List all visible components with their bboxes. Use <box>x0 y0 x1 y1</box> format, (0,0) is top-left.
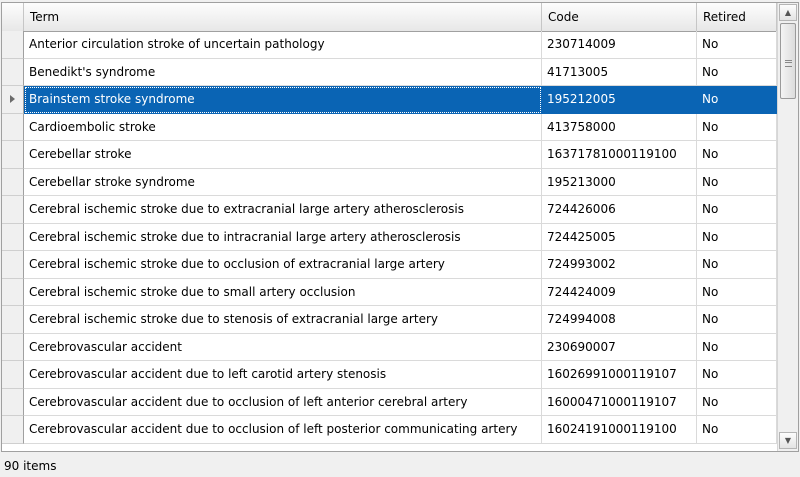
column-header-retired[interactable]: Retired <box>697 3 777 31</box>
cell-term[interactable]: Cerebral ischemic stroke due to occlusio… <box>24 251 542 279</box>
cell-code[interactable]: 230714009 <box>542 31 697 59</box>
row-header[interactable] <box>2 141 24 169</box>
cell-term[interactable]: Cerebrovascular accident <box>24 333 542 361</box>
table-row[interactable]: Cerebral ischemic stroke due to small ar… <box>2 278 777 306</box>
cell-retired[interactable]: No <box>697 333 777 361</box>
partial-row <box>24 445 777 451</box>
scroll-down-button[interactable]: ▼ <box>779 432 797 449</box>
row-header[interactable] <box>2 196 24 224</box>
cell-retired[interactable]: No <box>697 388 777 416</box>
cell-retired[interactable]: No <box>697 141 777 169</box>
cell-code[interactable]: 724424009 <box>542 278 697 306</box>
cell-retired[interactable]: No <box>697 113 777 141</box>
table-row[interactable]: Cerebrovascular accident due to occlusio… <box>2 388 777 416</box>
table-row[interactable]: Anterior circulation stroke of uncertain… <box>2 31 777 59</box>
row-header[interactable] <box>2 223 24 251</box>
cell-term[interactable]: Brainstem stroke syndrome <box>24 86 542 114</box>
cell-term[interactable]: Anterior circulation stroke of uncertain… <box>24 31 542 59</box>
row-header-corner <box>2 3 24 31</box>
cell-code[interactable]: 41713005 <box>542 58 697 86</box>
grip-icon <box>785 60 792 67</box>
cell-retired[interactable]: No <box>697 306 777 334</box>
triangle-down-icon: ▼ <box>784 436 792 445</box>
cell-term[interactable]: Cardioembolic stroke <box>24 113 542 141</box>
row-header[interactable] <box>2 31 24 59</box>
cell-code[interactable]: 230690007 <box>542 333 697 361</box>
cell-retired[interactable]: No <box>697 416 777 444</box>
row-header[interactable] <box>2 251 24 279</box>
cell-term[interactable]: Cerebellar stroke <box>24 141 542 169</box>
cell-retired[interactable]: No <box>697 278 777 306</box>
cell-retired[interactable]: No <box>697 168 777 196</box>
cell-code[interactable]: 195212005 <box>542 86 697 114</box>
cell-code[interactable]: 724426006 <box>542 196 697 224</box>
cell-retired[interactable]: No <box>697 361 777 389</box>
cell-code[interactable]: 724994008 <box>542 306 697 334</box>
table-row[interactable]: Cardioembolic stroke 413758000 No <box>2 113 777 141</box>
cell-code[interactable]: 413758000 <box>542 113 697 141</box>
table-row[interactable]: Cerebral ischemic stroke due to stenosis… <box>2 306 777 334</box>
cell-code[interactable]: 16024191000119100 <box>542 416 697 444</box>
row-header[interactable] <box>2 113 24 141</box>
cell-term[interactable]: Benedikt's syndrome <box>24 58 542 86</box>
table-row[interactable]: Cerebral ischemic stroke due to intracra… <box>2 223 777 251</box>
cell-retired[interactable]: No <box>697 31 777 59</box>
cell-term[interactable]: Cerebral ischemic stroke due to intracra… <box>24 223 542 251</box>
scrollbar-thumb[interactable] <box>780 23 796 99</box>
row-header[interactable] <box>2 388 24 416</box>
current-row-arrow-icon <box>10 95 15 103</box>
cell-retired[interactable]: No <box>697 251 777 279</box>
cell-retired[interactable]: No <box>697 196 777 224</box>
row-header[interactable] <box>2 361 24 389</box>
cell-retired[interactable]: No <box>697 86 777 114</box>
cell-retired[interactable]: No <box>697 223 777 251</box>
cell-code[interactable]: 724993002 <box>542 251 697 279</box>
row-header[interactable] <box>2 416 24 444</box>
vertical-scrollbar[interactable]: ▲ ▼ <box>777 3 798 451</box>
table-row[interactable]: Brainstem stroke syndrome 195212005 No <box>2 86 777 114</box>
status-item-count: 90 items <box>4 459 57 473</box>
table-row[interactable]: Cerebellar stroke 16371781000119100 No <box>2 141 777 169</box>
grid-header: Term Code Retired <box>2 3 777 32</box>
cell-term[interactable]: Cerebellar stroke syndrome <box>24 168 542 196</box>
column-header-term[interactable]: Term <box>24 3 542 31</box>
table-row[interactable]: Cerebellar stroke syndrome 195213000 No <box>2 168 777 196</box>
cell-term[interactable]: Cerebrovascular accident due to occlusio… <box>24 388 542 416</box>
cell-code[interactable]: 16000471000119107 <box>542 388 697 416</box>
scroll-up-button[interactable]: ▲ <box>779 4 797 21</box>
cell-retired[interactable]: No <box>697 58 777 86</box>
row-header[interactable] <box>2 168 24 196</box>
table-row[interactable]: Benedikt's syndrome 41713005 No <box>2 58 777 86</box>
table-row[interactable]: Cerebral ischemic stroke due to occlusio… <box>2 251 777 279</box>
column-header-code[interactable]: Code <box>542 3 697 31</box>
data-grid[interactable]: Term Code Retired Anterior circulation s… <box>1 2 799 452</box>
cell-term[interactable]: Cerebrovascular accident due to left car… <box>24 361 542 389</box>
cell-code[interactable]: 724425005 <box>542 223 697 251</box>
table-row[interactable]: Cerebrovascular accident 230690007 No <box>2 333 777 361</box>
row-header[interactable] <box>2 278 24 306</box>
row-header[interactable] <box>2 306 24 334</box>
table-row[interactable]: Cerebral ischemic stroke due to extracra… <box>2 196 777 224</box>
triangle-up-icon: ▲ <box>784 8 792 17</box>
row-header[interactable] <box>2 333 24 361</box>
cell-term[interactable]: Cerebral ischemic stroke due to stenosis… <box>24 306 542 334</box>
row-header[interactable] <box>2 86 24 114</box>
cell-code[interactable]: 16026991000119107 <box>542 361 697 389</box>
cell-code[interactable]: 16371781000119100 <box>542 141 697 169</box>
row-header[interactable] <box>2 58 24 86</box>
cell-code[interactable]: 195213000 <box>542 168 697 196</box>
cell-term[interactable]: Cerebrovascular accident due to occlusio… <box>24 416 542 444</box>
cell-term[interactable]: Cerebral ischemic stroke due to small ar… <box>24 278 542 306</box>
cell-term[interactable]: Cerebral ischemic stroke due to extracra… <box>24 196 542 224</box>
table-row[interactable]: Cerebrovascular accident due to occlusio… <box>2 416 777 444</box>
table-row[interactable]: Cerebrovascular accident due to left car… <box>2 361 777 389</box>
